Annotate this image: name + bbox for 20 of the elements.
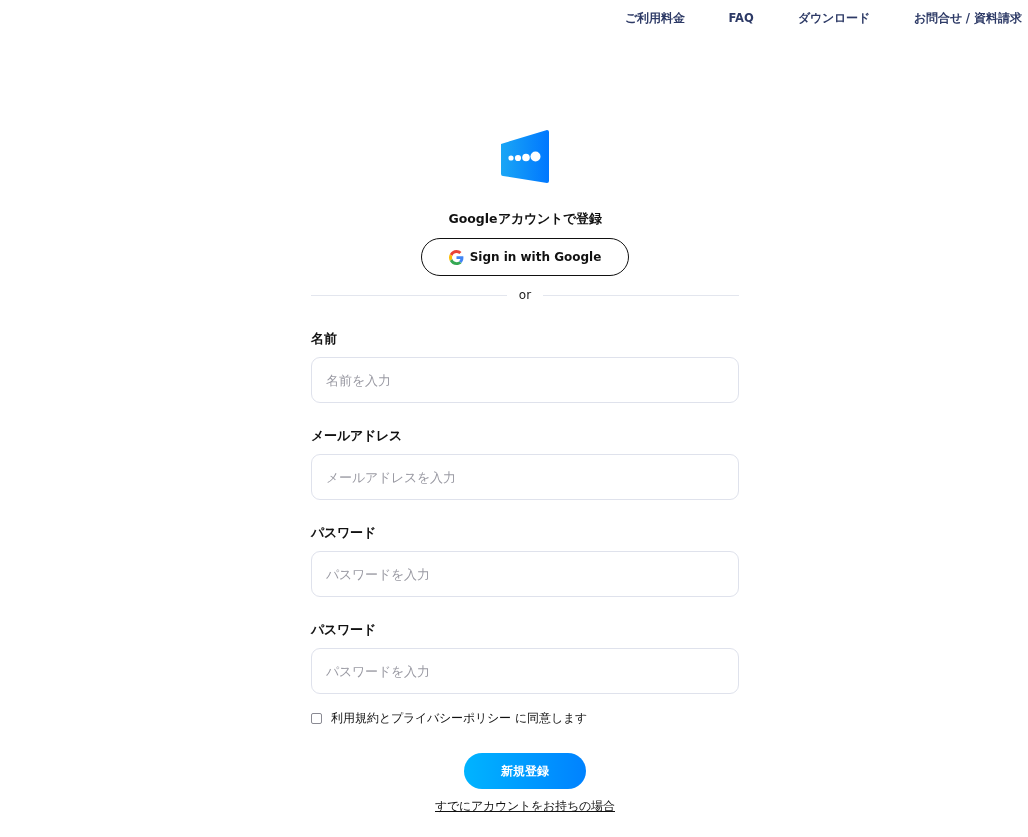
google-signup-heading: Googleアカウントで登録	[448, 211, 602, 228]
nav-link[interactable]: ご利用料金	[624, 10, 685, 26]
google-sign-in-button[interactable]: Sign in with Google	[421, 238, 629, 276]
input-field[interactable]: パスワードを入力	[311, 648, 739, 694]
nav-link[interactable]: FAQ	[728, 11, 754, 25]
nav-link[interactable]: お問合せ / 資料請求	[913, 10, 1022, 26]
nav-link[interactable]: ダウンロード	[797, 10, 870, 26]
agree-label: 利用規約とプライバシーポリシー に同意します	[331, 710, 587, 727]
login-link[interactable]: すでにアカウントをお持ちの場合	[435, 798, 615, 815]
agree-checkbox[interactable]	[311, 713, 322, 724]
google-g-icon	[448, 249, 464, 265]
field-label: 名前	[311, 330, 338, 348]
field-label: パスワード	[311, 524, 377, 542]
logo-icon	[501, 130, 549, 183]
input-field[interactable]: 名前を入力	[311, 357, 739, 403]
input-field[interactable]: メールアドレスを入力	[311, 454, 739, 500]
field-label: パスワード	[311, 621, 377, 639]
or-divider-text: or	[518, 288, 532, 302]
field-label: メールアドレス	[311, 427, 403, 445]
input-field[interactable]: パスワードを入力	[311, 551, 739, 597]
